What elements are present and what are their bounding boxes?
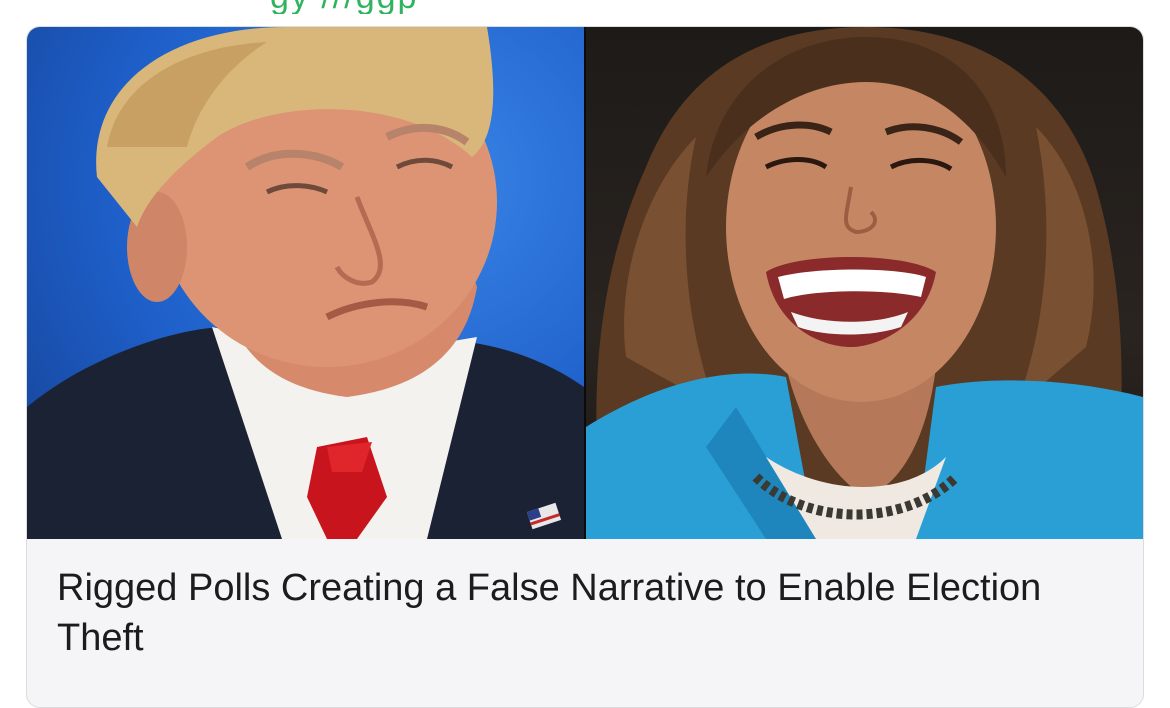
right-photo	[586, 27, 1143, 539]
previous-post-text-clipped: gy ///ggp	[0, 0, 1170, 14]
link-preview-card[interactable]: Rigged Polls Creating a False Narrative …	[26, 26, 1144, 708]
preview-image[interactable]	[27, 27, 1143, 539]
left-photo	[27, 27, 584, 539]
left-photo-illustration	[27, 27, 584, 539]
previous-post-link-text[interactable]: gy ///ggp	[270, 0, 418, 14]
right-photo-illustration	[586, 27, 1143, 539]
article-title[interactable]: Rigged Polls Creating a False Narrative …	[57, 563, 1117, 663]
